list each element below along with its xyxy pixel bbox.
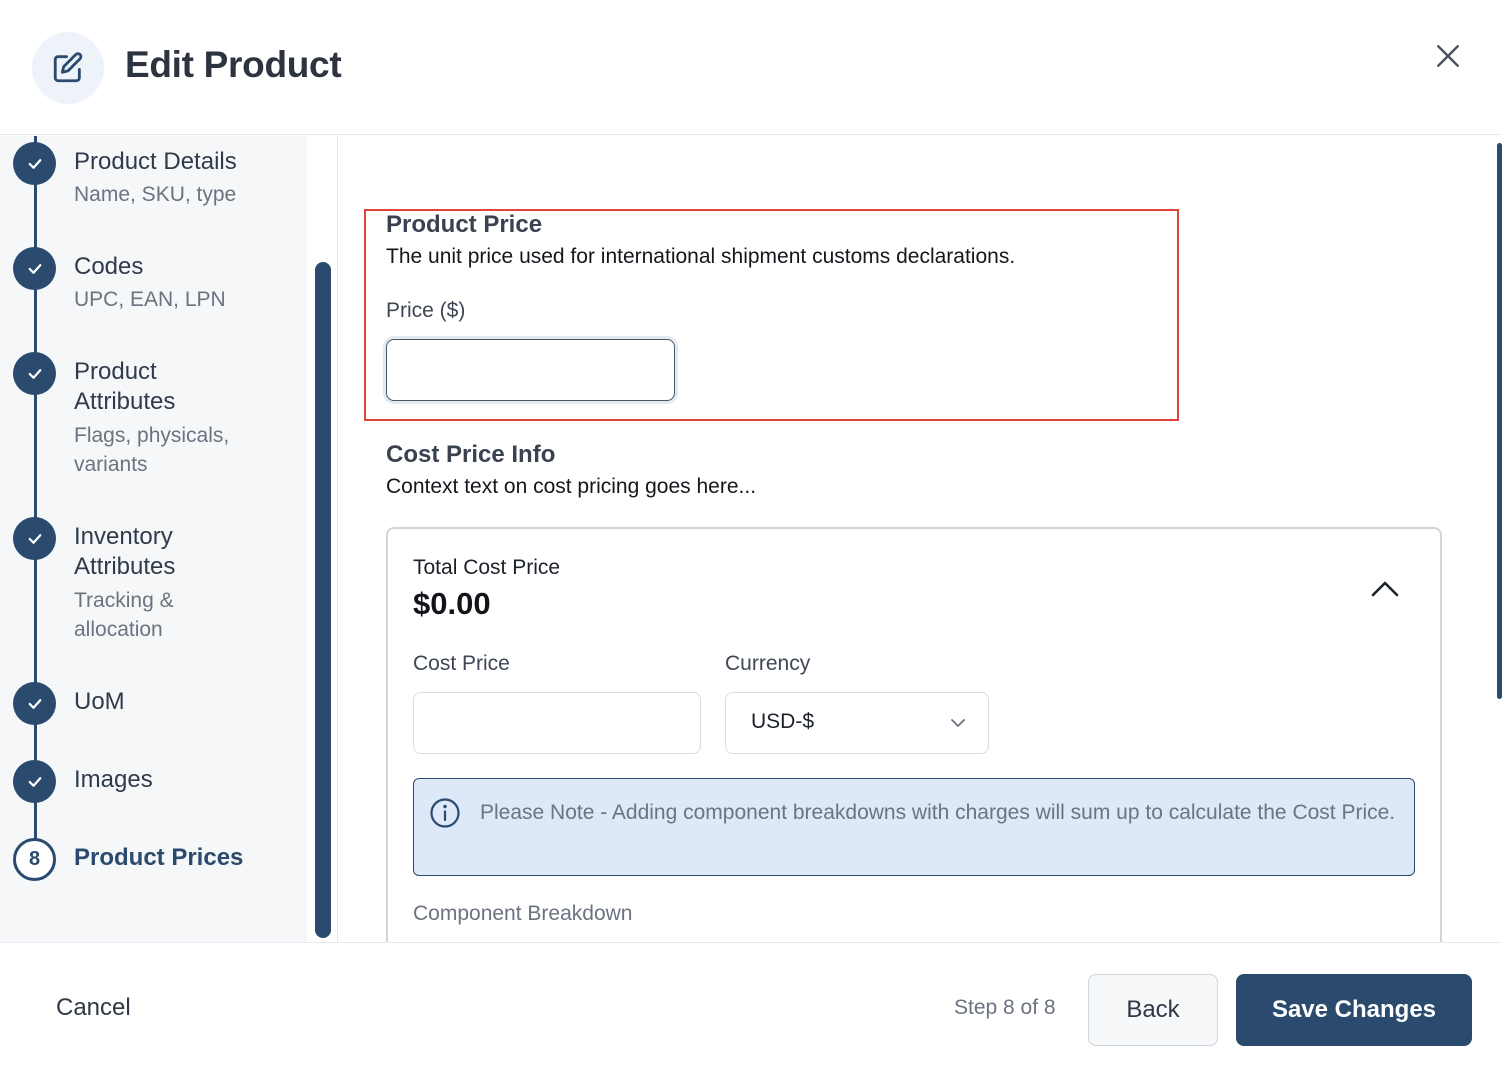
step-codes[interactable]: Codes UPC, EAN, LPN: [0, 241, 307, 341]
step-inventory-attributes[interactable]: Inventory Attributes Tracking & allocati…: [0, 511, 307, 671]
step-subtitle: Name, SKU, type: [74, 183, 237, 206]
check-icon: [13, 682, 56, 725]
edit-icon: [32, 32, 104, 104]
component-breakdown-label: Component Breakdown: [413, 902, 633, 925]
note-banner: Please Note - Adding component breakdown…: [413, 778, 1415, 876]
cost-price-input[interactable]: [413, 692, 701, 754]
currency-label: Currency: [725, 652, 811, 675]
cost-price-title: Cost Price Info: [386, 441, 556, 468]
step-title: Attributes: [74, 553, 176, 580]
step-title: UoM: [74, 688, 125, 715]
price-input[interactable]: [386, 339, 675, 401]
step-subtitle: Flags, physicals,: [74, 424, 230, 447]
step-title: Attributes: [74, 388, 176, 415]
step-subtitle: allocation: [74, 618, 163, 641]
step-subtitle: Tracking &: [74, 589, 174, 612]
price-label: Price ($): [386, 299, 466, 322]
back-button[interactable]: Back: [1088, 974, 1218, 1046]
save-changes-button[interactable]: Save Changes: [1236, 974, 1472, 1046]
chevron-up-icon[interactable]: [1368, 574, 1402, 604]
step-images[interactable]: Images: [0, 754, 307, 814]
chevron-down-icon: [948, 713, 968, 738]
check-icon: [13, 760, 56, 803]
modal-header: Edit Product: [0, 0, 1502, 135]
check-icon: [13, 517, 56, 560]
info-icon: [429, 797, 461, 834]
step-product-attributes[interactable]: Product Attributes Flags, physicals, var…: [0, 346, 307, 506]
modal-title: Edit Product: [125, 44, 342, 85]
check-icon: [13, 352, 56, 395]
cost-price-description: Context text on cost pricing goes here..…: [386, 475, 757, 498]
step-title: Codes: [74, 253, 144, 280]
total-cost-value: $0.00: [413, 586, 491, 621]
step-subtitle: UPC, EAN, LPN: [74, 288, 226, 311]
sidebar-scrollbar[interactable]: [315, 262, 331, 938]
step-title: Product Details: [74, 148, 237, 175]
step-counter: Step 8 of 8: [954, 996, 1056, 1019]
step-uom[interactable]: UoM: [0, 676, 307, 736]
total-cost-label: Total Cost Price: [413, 556, 561, 579]
step-subtitle: variants: [74, 453, 148, 476]
step-title: Images: [74, 766, 153, 793]
product-price-description: The unit price used for international sh…: [386, 245, 1016, 268]
step-product-details[interactable]: Product Details Name, SKU, type: [0, 136, 307, 236]
content-scrollbar[interactable]: [1497, 143, 1502, 699]
currency-select[interactable]: USD-$: [725, 692, 989, 754]
cost-price-label: Cost Price: [413, 652, 510, 675]
step-product-prices[interactable]: 8 Product Prices: [0, 832, 307, 892]
product-price-title: Product Price: [386, 211, 543, 238]
note-text: Please Note - Adding component breakdown…: [480, 801, 1396, 824]
check-icon: [13, 142, 56, 185]
step-title: Product Prices: [74, 844, 244, 871]
step-title: Inventory: [74, 523, 173, 550]
check-icon: [13, 247, 56, 290]
step-sidebar: Product Details Name, SKU, type Codes UP…: [0, 136, 307, 942]
cancel-button[interactable]: Cancel: [56, 994, 131, 1022]
close-icon[interactable]: [1428, 36, 1468, 76]
step-number-badge: 8: [13, 838, 56, 881]
content-divider: [337, 136, 338, 942]
step-title: Product: [74, 358, 157, 385]
currency-value: USD-$: [751, 710, 815, 733]
